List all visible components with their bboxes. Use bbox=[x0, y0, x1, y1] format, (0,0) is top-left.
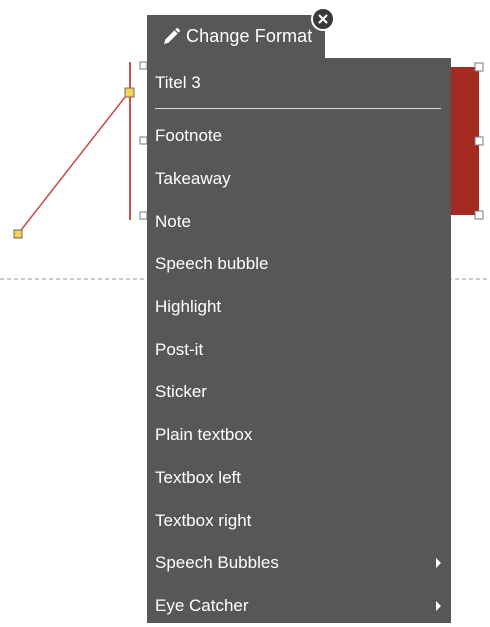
close-icon[interactable] bbox=[311, 7, 335, 31]
change-format-label: Change Format bbox=[186, 26, 313, 46]
connector-endpoint-handle[interactable] bbox=[13, 229, 23, 239]
pencil-icon bbox=[161, 26, 183, 48]
submenu-arrow-icon bbox=[436, 558, 441, 569]
connector-start-handle[interactable] bbox=[124, 87, 135, 98]
resize-handle[interactable] bbox=[474, 136, 484, 146]
menu-item-highlight[interactable]: Highlight bbox=[147, 286, 451, 329]
resize-handle[interactable] bbox=[139, 61, 148, 70]
menu-item-post-it[interactable]: Post-it bbox=[147, 328, 451, 371]
menu-item-textbox-right[interactable]: Textbox right bbox=[147, 499, 451, 542]
menu-item-speech-bubble[interactable]: Speech bubble bbox=[147, 243, 451, 286]
change-format-button[interactable]: Change Format bbox=[147, 15, 325, 58]
menu-current-format[interactable]: Titel 3 bbox=[147, 58, 451, 108]
resize-handle[interactable] bbox=[139, 136, 148, 145]
menu-list: Footnote Takeaway Note Speech bubble Highlig… bbox=[147, 109, 451, 627]
format-menu: Titel 3 Footnote Takeaway Note Speech bubbl… bbox=[147, 58, 451, 623]
menu-item-label: Speech bubble bbox=[155, 254, 269, 274]
menu-item-label: Speech Bubbles bbox=[155, 553, 279, 573]
menu-item-label: Highlight bbox=[155, 297, 222, 317]
menu-item-eye-catcher[interactable]: Eye Catcher bbox=[147, 585, 451, 627]
menu-item-label: Takeaway bbox=[155, 169, 231, 189]
menu-item-label: Post-it bbox=[155, 339, 204, 359]
submenu-arrow-icon bbox=[436, 600, 441, 611]
resize-handle[interactable] bbox=[474, 210, 484, 220]
menu-item-label: Sticker bbox=[155, 382, 207, 402]
menu-item-label: Textbox left bbox=[155, 467, 241, 487]
menu-item-sticker[interactable]: Sticker bbox=[147, 371, 451, 414]
resize-handle[interactable] bbox=[139, 211, 148, 220]
menu-item-label: Textbox right bbox=[155, 510, 252, 530]
menu-item-label: Plain textbox bbox=[155, 425, 253, 445]
menu-item-label: Eye Catcher bbox=[155, 595, 249, 615]
menu-item-label: Footnote bbox=[155, 126, 223, 146]
menu-item-footnote[interactable]: Footnote bbox=[147, 115, 451, 158]
menu-item-note[interactable]: Note bbox=[147, 200, 451, 243]
menu-item-speech-bubbles[interactable]: Speech Bubbles bbox=[147, 542, 451, 585]
connector-line[interactable] bbox=[17, 91, 130, 235]
menu-item-plain-textbox[interactable]: Plain textbox bbox=[147, 414, 451, 457]
resize-handle[interactable] bbox=[474, 62, 484, 72]
menu-item-takeaway[interactable]: Takeaway bbox=[147, 158, 451, 201]
menu-item-label: Note bbox=[155, 211, 191, 231]
menu-item-textbox-left[interactable]: Textbox left bbox=[147, 457, 451, 500]
